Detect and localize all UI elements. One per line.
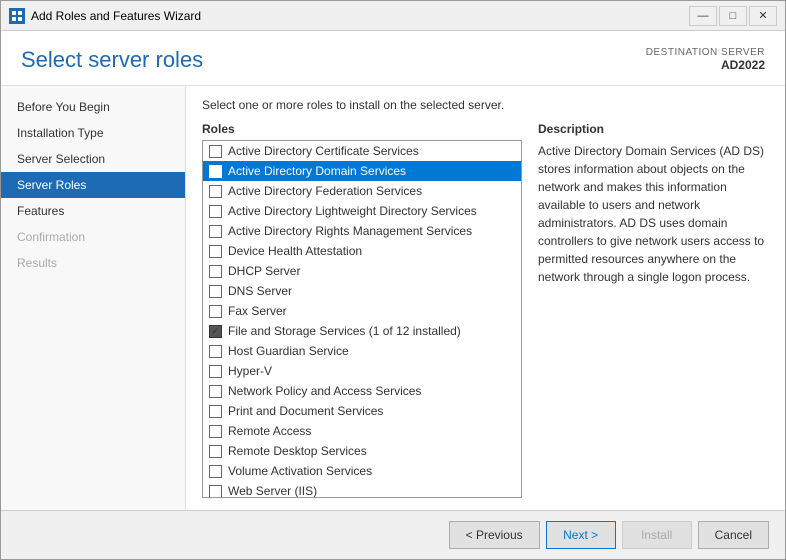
role-label: Active Directory Lightweight Directory S… bbox=[228, 204, 477, 218]
role-item[interactable]: Active Directory Lightweight Directory S… bbox=[203, 201, 521, 221]
role-checkbox[interactable] bbox=[209, 405, 222, 418]
role-checkbox[interactable] bbox=[209, 225, 222, 238]
sidebar-item-before-you-begin[interactable]: Before You Begin bbox=[1, 94, 185, 120]
role-label: Active Directory Rights Management Servi… bbox=[228, 224, 472, 238]
role-label: Fax Server bbox=[228, 304, 287, 318]
roles-list[interactable]: Active Directory Certificate Services Act… bbox=[202, 140, 522, 498]
wizard-header: Select server roles DESTINATION SERVER A… bbox=[1, 31, 785, 86]
cancel-button[interactable]: Cancel bbox=[698, 521, 769, 549]
sidebar-item-features[interactable]: Features bbox=[1, 198, 185, 224]
role-item[interactable]: File and Storage Services (1 of 12 insta… bbox=[203, 321, 521, 341]
role-checkbox[interactable] bbox=[209, 305, 222, 318]
role-checkbox[interactable] bbox=[209, 325, 222, 338]
footer: < Previous Next > Install Cancel bbox=[1, 510, 785, 559]
title-bar: Add Roles and Features Wizard — □ ✕ bbox=[1, 1, 785, 31]
window-title: Add Roles and Features Wizard bbox=[31, 9, 689, 23]
role-item[interactable]: Active Directory Certificate Services bbox=[203, 141, 521, 161]
wizard-content: Select server roles DESTINATION SERVER A… bbox=[1, 31, 785, 559]
sidebar-item-server-selection[interactable]: Server Selection bbox=[1, 146, 185, 172]
role-label: DNS Server bbox=[228, 284, 292, 298]
role-checkbox[interactable] bbox=[209, 285, 222, 298]
roles-area: Roles Active Directory Certificate Servi… bbox=[202, 122, 769, 498]
role-item[interactable]: Active Directory Domain Services bbox=[203, 161, 521, 181]
role-checkbox[interactable] bbox=[209, 245, 222, 258]
role-item[interactable]: Fax Server bbox=[203, 301, 521, 321]
role-label: Device Health Attestation bbox=[228, 244, 362, 258]
role-label: DHCP Server bbox=[228, 264, 300, 278]
close-button[interactable]: ✕ bbox=[749, 6, 777, 26]
role-item[interactable]: Remote Access bbox=[203, 421, 521, 441]
role-checkbox[interactable] bbox=[209, 385, 222, 398]
role-item[interactable]: DHCP Server bbox=[203, 261, 521, 281]
role-item[interactable]: Network Policy and Access Services bbox=[203, 381, 521, 401]
role-checkbox[interactable] bbox=[209, 145, 222, 158]
sidebar-item-confirmation: Confirmation bbox=[1, 224, 185, 250]
description-panel: Description Active Directory Domain Serv… bbox=[538, 122, 769, 498]
roles-panel: Roles Active Directory Certificate Servi… bbox=[202, 122, 522, 498]
role-label: Active Directory Domain Services bbox=[228, 164, 406, 178]
window-controls: — □ ✕ bbox=[689, 6, 777, 26]
role-item[interactable]: Device Health Attestation bbox=[203, 241, 521, 261]
role-item[interactable]: Active Directory Federation Services bbox=[203, 181, 521, 201]
maximize-button[interactable]: □ bbox=[719, 6, 747, 26]
role-label: Host Guardian Service bbox=[228, 344, 349, 358]
destination-label: DESTINATION SERVER bbox=[646, 47, 765, 58]
role-checkbox[interactable] bbox=[209, 365, 222, 378]
previous-button[interactable]: < Previous bbox=[449, 521, 540, 549]
role-label: Active Directory Certificate Services bbox=[228, 144, 419, 158]
sidebar: Before You BeginInstallation TypeServer … bbox=[1, 86, 186, 510]
role-item[interactable]: Host Guardian Service bbox=[203, 341, 521, 361]
sidebar-item-installation-type[interactable]: Installation Type bbox=[1, 120, 185, 146]
role-label: Remote Desktop Services bbox=[228, 444, 367, 458]
install-button[interactable]: Install bbox=[622, 521, 692, 549]
description-text: Active Directory Domain Services (AD DS)… bbox=[538, 142, 769, 286]
destination-info: DESTINATION SERVER AD2022 bbox=[646, 47, 765, 72]
role-label: Volume Activation Services bbox=[228, 464, 372, 478]
role-label: File and Storage Services (1 of 12 insta… bbox=[228, 324, 461, 338]
next-button[interactable]: Next > bbox=[546, 521, 616, 549]
role-checkbox[interactable] bbox=[209, 345, 222, 358]
role-item[interactable]: DNS Server bbox=[203, 281, 521, 301]
role-checkbox[interactable] bbox=[209, 205, 222, 218]
role-label: Print and Document Services bbox=[228, 404, 383, 418]
role-checkbox[interactable] bbox=[209, 165, 222, 178]
role-checkbox[interactable] bbox=[209, 465, 222, 478]
role-item[interactable]: Web Server (IIS) bbox=[203, 481, 521, 498]
role-checkbox[interactable] bbox=[209, 485, 222, 498]
role-item[interactable]: Remote Desktop Services bbox=[203, 441, 521, 461]
sidebar-item-server-roles[interactable]: Server Roles bbox=[1, 172, 185, 198]
destination-server: AD2022 bbox=[646, 58, 765, 72]
minimize-button[interactable]: — bbox=[689, 6, 717, 26]
role-item[interactable]: Print and Document Services bbox=[203, 401, 521, 421]
role-label: Network Policy and Access Services bbox=[228, 384, 421, 398]
role-label: Remote Access bbox=[228, 424, 311, 438]
role-checkbox[interactable] bbox=[209, 425, 222, 438]
role-label: Active Directory Federation Services bbox=[228, 184, 422, 198]
role-checkbox[interactable] bbox=[209, 185, 222, 198]
role-checkbox[interactable] bbox=[209, 445, 222, 458]
role-checkbox[interactable] bbox=[209, 265, 222, 278]
roles-label: Roles bbox=[202, 122, 522, 136]
main-area: Before You BeginInstallation TypeServer … bbox=[1, 86, 785, 510]
description-label: Description bbox=[538, 122, 769, 136]
role-item[interactable]: Hyper-V bbox=[203, 361, 521, 381]
role-label: Hyper-V bbox=[228, 364, 272, 378]
main-content: Select one or more roles to install on t… bbox=[186, 86, 785, 510]
role-item[interactable]: Active Directory Rights Management Servi… bbox=[203, 221, 521, 241]
page-title: Select server roles bbox=[21, 47, 203, 73]
wizard-window: Add Roles and Features Wizard — □ ✕ Sele… bbox=[0, 0, 786, 560]
app-icon bbox=[9, 8, 25, 24]
sidebar-item-results: Results bbox=[1, 250, 185, 276]
role-item[interactable]: Volume Activation Services bbox=[203, 461, 521, 481]
instruction-text: Select one or more roles to install on t… bbox=[202, 98, 769, 112]
role-label: Web Server (IIS) bbox=[228, 484, 317, 498]
